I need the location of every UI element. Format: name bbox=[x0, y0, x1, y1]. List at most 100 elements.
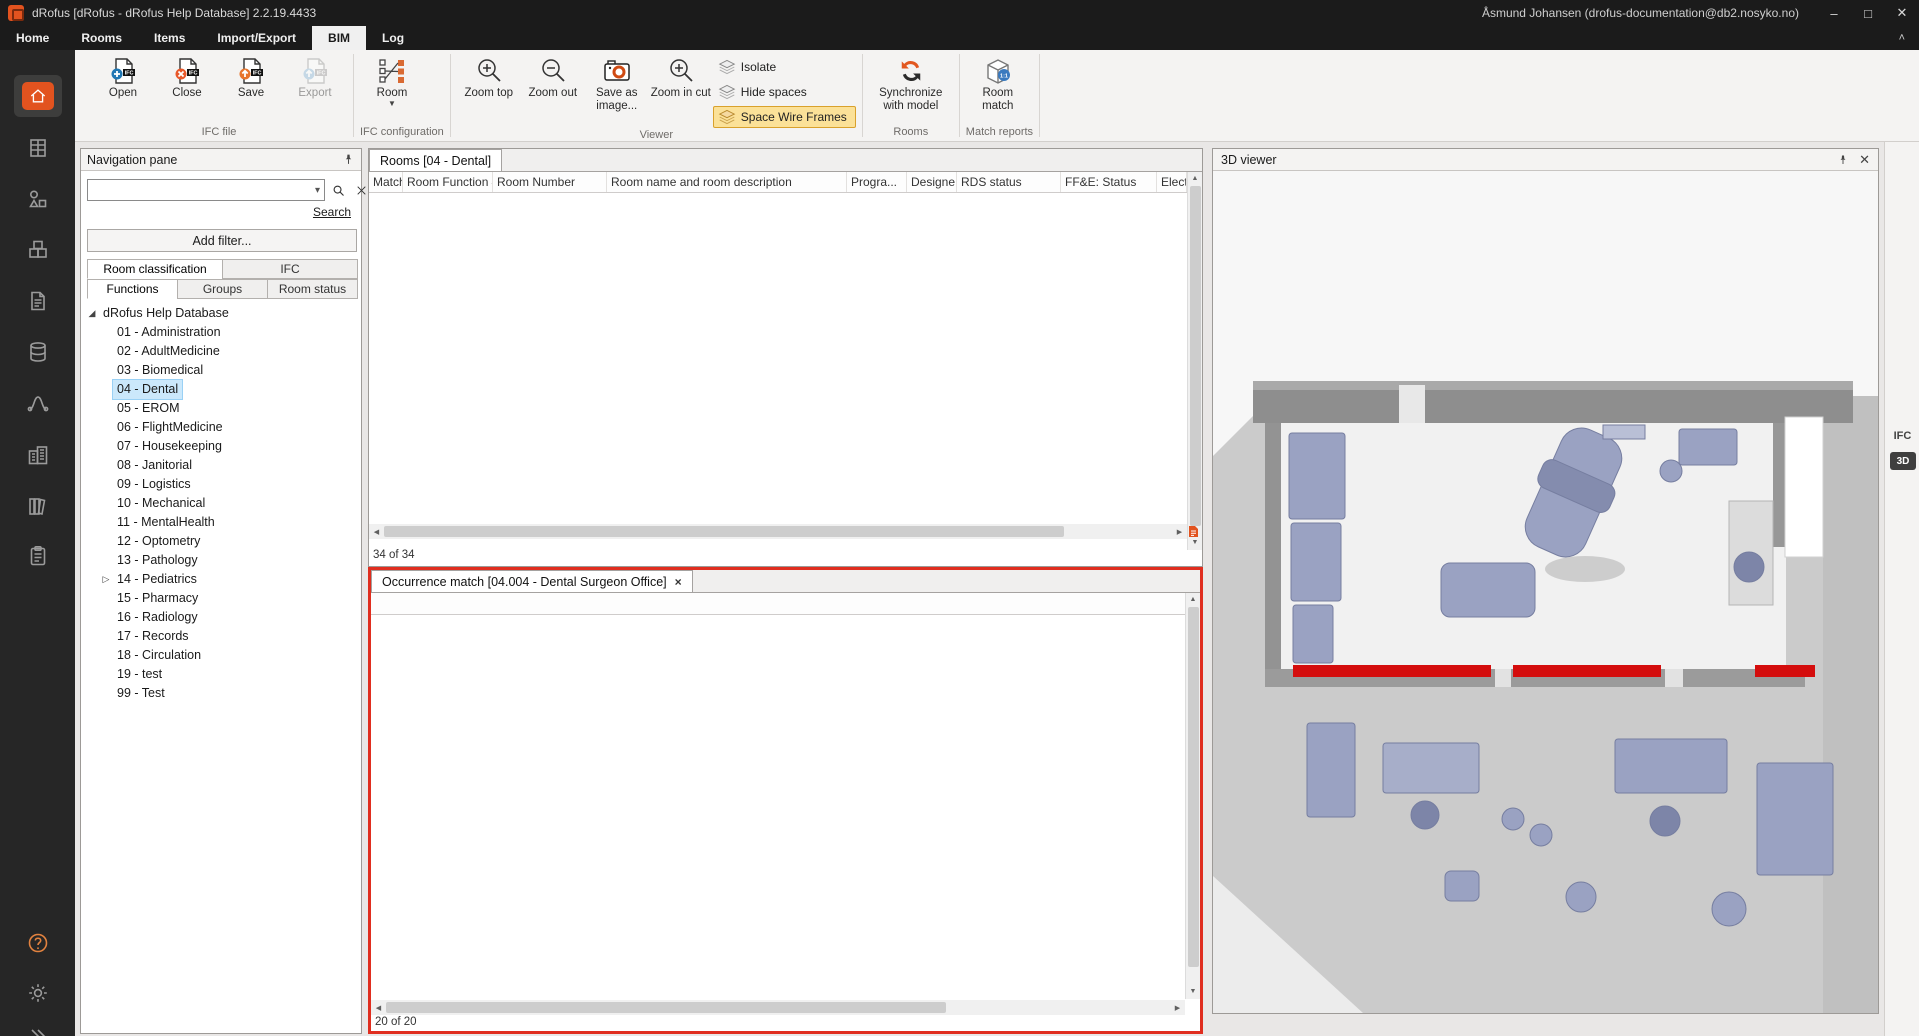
menu-tab-import-export[interactable]: Import/Export bbox=[201, 26, 312, 50]
search-icon[interactable] bbox=[328, 180, 348, 200]
rooms-column-header[interactable]: Room Number bbox=[493, 172, 607, 192]
menu-tab-bim[interactable]: BIM bbox=[312, 26, 366, 50]
menu-tab-items[interactable]: Items bbox=[138, 26, 201, 50]
zoom-in-cut-button[interactable]: Zoom in cut bbox=[649, 52, 713, 100]
expander-icon[interactable]: ▷ bbox=[99, 570, 113, 589]
rooms-column-header[interactable]: Progra... bbox=[847, 172, 907, 192]
tree-item-07-housekeeping[interactable]: 07 - Housekeeping bbox=[85, 437, 357, 456]
sidebar-facility-button[interactable] bbox=[14, 434, 62, 476]
rooms-vertical-scrollbar[interactable]: ▲▼ bbox=[1187, 172, 1202, 550]
space-wire-frames-toggle[interactable]: Space Wire Frames bbox=[713, 106, 856, 128]
tree-item-17-records[interactable]: 17 - Records bbox=[85, 627, 357, 646]
hide-spaces-toggle[interactable]: Hide spaces bbox=[713, 81, 856, 103]
sidebar-database-button[interactable] bbox=[14, 331, 62, 373]
menu-tab-home[interactable]: Home bbox=[0, 26, 65, 50]
tree-item-06-flightmedicine[interactable]: 06 - FlightMedicine bbox=[85, 418, 357, 437]
nav-tab-functions[interactable]: Functions bbox=[87, 279, 178, 299]
home-icon bbox=[28, 86, 48, 106]
tree-item-03-biomedical[interactable]: 03 - Biomedical bbox=[85, 361, 357, 380]
tree-item-01-administration[interactable]: 01 - Administration bbox=[85, 323, 357, 342]
tree-item-08-janitorial[interactable]: 08 - Janitorial bbox=[85, 456, 357, 475]
tree-item-18-circulation[interactable]: 18 - Circulation bbox=[85, 646, 357, 665]
room-match-button[interactable]: 1:1 Room match bbox=[966, 52, 1030, 113]
menu-tab-log[interactable]: Log bbox=[366, 26, 420, 50]
sidebar-settings-button[interactable] bbox=[14, 972, 62, 1014]
tree-item-05-erom[interactable]: 05 - EROM bbox=[85, 399, 357, 418]
open-button[interactable]: IFC Open bbox=[91, 52, 155, 100]
rooms-column-header[interactable]: Match bbox=[369, 172, 403, 192]
sidebar-products-button[interactable] bbox=[14, 229, 62, 271]
tree-item-16-radiology[interactable]: 16 - Radiology bbox=[85, 608, 357, 627]
close-ifc-button[interactable]: IFC Close bbox=[155, 52, 219, 100]
rooms-column-header[interactable]: Room name and room description bbox=[607, 172, 847, 192]
sidebar-help-button[interactable] bbox=[14, 922, 62, 964]
tree-item-11-mentalhealth[interactable]: 11 - MentalHealth bbox=[85, 513, 357, 532]
zoom-out-button[interactable]: Zoom out bbox=[521, 52, 585, 100]
tree-item-09-logistics[interactable]: 09 - Logistics bbox=[85, 475, 357, 494]
maximize-button[interactable]: □ bbox=[1851, 0, 1885, 26]
tree-item-10-mechanical[interactable]: 10 - Mechanical bbox=[85, 494, 357, 513]
synchronize-with-model-button[interactable]: Synchronize with model bbox=[869, 52, 953, 113]
rooms-horizontal-scrollbar[interactable]: ◀▶ bbox=[369, 524, 1187, 539]
zoom-top-button[interactable]: Zoom top bbox=[457, 52, 521, 100]
rooms-column-header[interactable]: Room Function #: bbox=[403, 172, 493, 192]
search-input[interactable]: ▾ bbox=[87, 179, 325, 201]
close-tab-icon[interactable]: × bbox=[675, 575, 682, 589]
tree-item-15-pharmacy[interactable]: 15 - Pharmacy bbox=[85, 589, 357, 608]
export-ifc-button[interactable]: IFC Export bbox=[283, 52, 347, 100]
sidebar-items-button[interactable] bbox=[14, 178, 62, 220]
tree-item-04-dental[interactable]: 04 - Dental bbox=[85, 380, 357, 399]
tree-item-13-pathology[interactable]: 13 - Pathology bbox=[85, 551, 357, 570]
sidebar-reports-button[interactable] bbox=[14, 535, 62, 577]
nav-tab-room-status[interactable]: Room status bbox=[267, 279, 358, 299]
tree-item-14-pediatrics[interactable]: ▷14 - Pediatrics bbox=[85, 570, 357, 589]
pin-icon[interactable] bbox=[342, 153, 355, 166]
ribbon-group-rooms: Synchronize with model Rooms bbox=[863, 50, 959, 141]
rooms-column-header[interactable]: Designe... bbox=[907, 172, 957, 192]
close-button[interactable]: ✕ bbox=[1885, 0, 1919, 26]
room-config-icon bbox=[377, 55, 407, 87]
add-filter-button[interactable]: Add filter... bbox=[87, 229, 357, 252]
sidebar-expand-button[interactable] bbox=[14, 1016, 62, 1036]
sidebar-library-button[interactable] bbox=[14, 485, 62, 527]
drofus-window: dRofus [dRofus - dRofus Help Database] 2… bbox=[0, 0, 1919, 1036]
tree-item-12-optometry[interactable]: 12 - Optometry bbox=[85, 532, 357, 551]
sidebar-connections-button[interactable] bbox=[14, 382, 62, 424]
room-config-button[interactable]: Room ▼ bbox=[360, 52, 424, 108]
close-panel-icon[interactable]: ✕ bbox=[1859, 152, 1870, 168]
occurrence-match-tab[interactable]: Occurrence match [04.004 - Dental Surgeo… bbox=[371, 570, 693, 592]
ribbon-group-label: Viewer bbox=[457, 128, 856, 142]
isolate-toggle[interactable]: Isolate bbox=[713, 56, 856, 78]
combo-caret-icon[interactable]: ▾ bbox=[315, 185, 320, 196]
nav-tab-room-classification[interactable]: Room classification bbox=[87, 259, 223, 279]
occurrence-count-status: 20 of 20 bbox=[371, 1013, 421, 1031]
3d-scene[interactable] bbox=[1213, 171, 1878, 1013]
ribbon-group-label: Rooms bbox=[869, 125, 953, 141]
tree-item-19-test[interactable]: 19 - test bbox=[85, 665, 357, 684]
occurrence-vertical-scrollbar[interactable]: ▲▼ bbox=[1185, 593, 1200, 999]
tree-root[interactable]: ◢dRofus Help Database bbox=[85, 304, 357, 323]
menu-tab-rooms[interactable]: Rooms bbox=[65, 26, 138, 50]
report-icon[interactable] bbox=[1186, 524, 1201, 539]
3d-badge[interactable]: 3D bbox=[1890, 452, 1916, 470]
save-ifc-button[interactable]: IFC Save bbox=[219, 52, 283, 100]
pin-icon[interactable] bbox=[1837, 154, 1849, 166]
tree-item-99-test[interactable]: 99 - Test bbox=[85, 684, 357, 703]
nav-tab-ifc[interactable]: IFC bbox=[222, 259, 358, 279]
occurrence-table bbox=[371, 615, 1185, 999]
sidebar-rooms-button[interactable] bbox=[14, 127, 62, 169]
collapse-ribbon-chevron-icon[interactable]: ˄ bbox=[1885, 26, 1919, 50]
rooms-column-header[interactable]: FF&E: Status bbox=[1061, 172, 1157, 192]
minimize-button[interactable]: – bbox=[1817, 0, 1851, 26]
rooms-column-header[interactable]: Elect bbox=[1157, 172, 1187, 192]
nav-tab-groups[interactable]: Groups bbox=[177, 279, 268, 299]
sidebar-home-button[interactable] bbox=[14, 75, 62, 117]
rooms-tab[interactable]: Rooms [04 - Dental] bbox=[369, 149, 502, 171]
search-link[interactable]: Search bbox=[313, 205, 351, 219]
occurrence-horizontal-scrollbar[interactable]: ◀▶ bbox=[371, 1000, 1185, 1015]
tree-item-02-adultmedicine[interactable]: 02 - AdultMedicine bbox=[85, 342, 357, 361]
rooms-column-header[interactable]: RDS status bbox=[957, 172, 1061, 192]
expander-icon[interactable]: ◢ bbox=[85, 304, 99, 323]
save-as-image-button[interactable]: Save as image... bbox=[585, 52, 649, 113]
sidebar-documents-button[interactable] bbox=[14, 280, 62, 322]
